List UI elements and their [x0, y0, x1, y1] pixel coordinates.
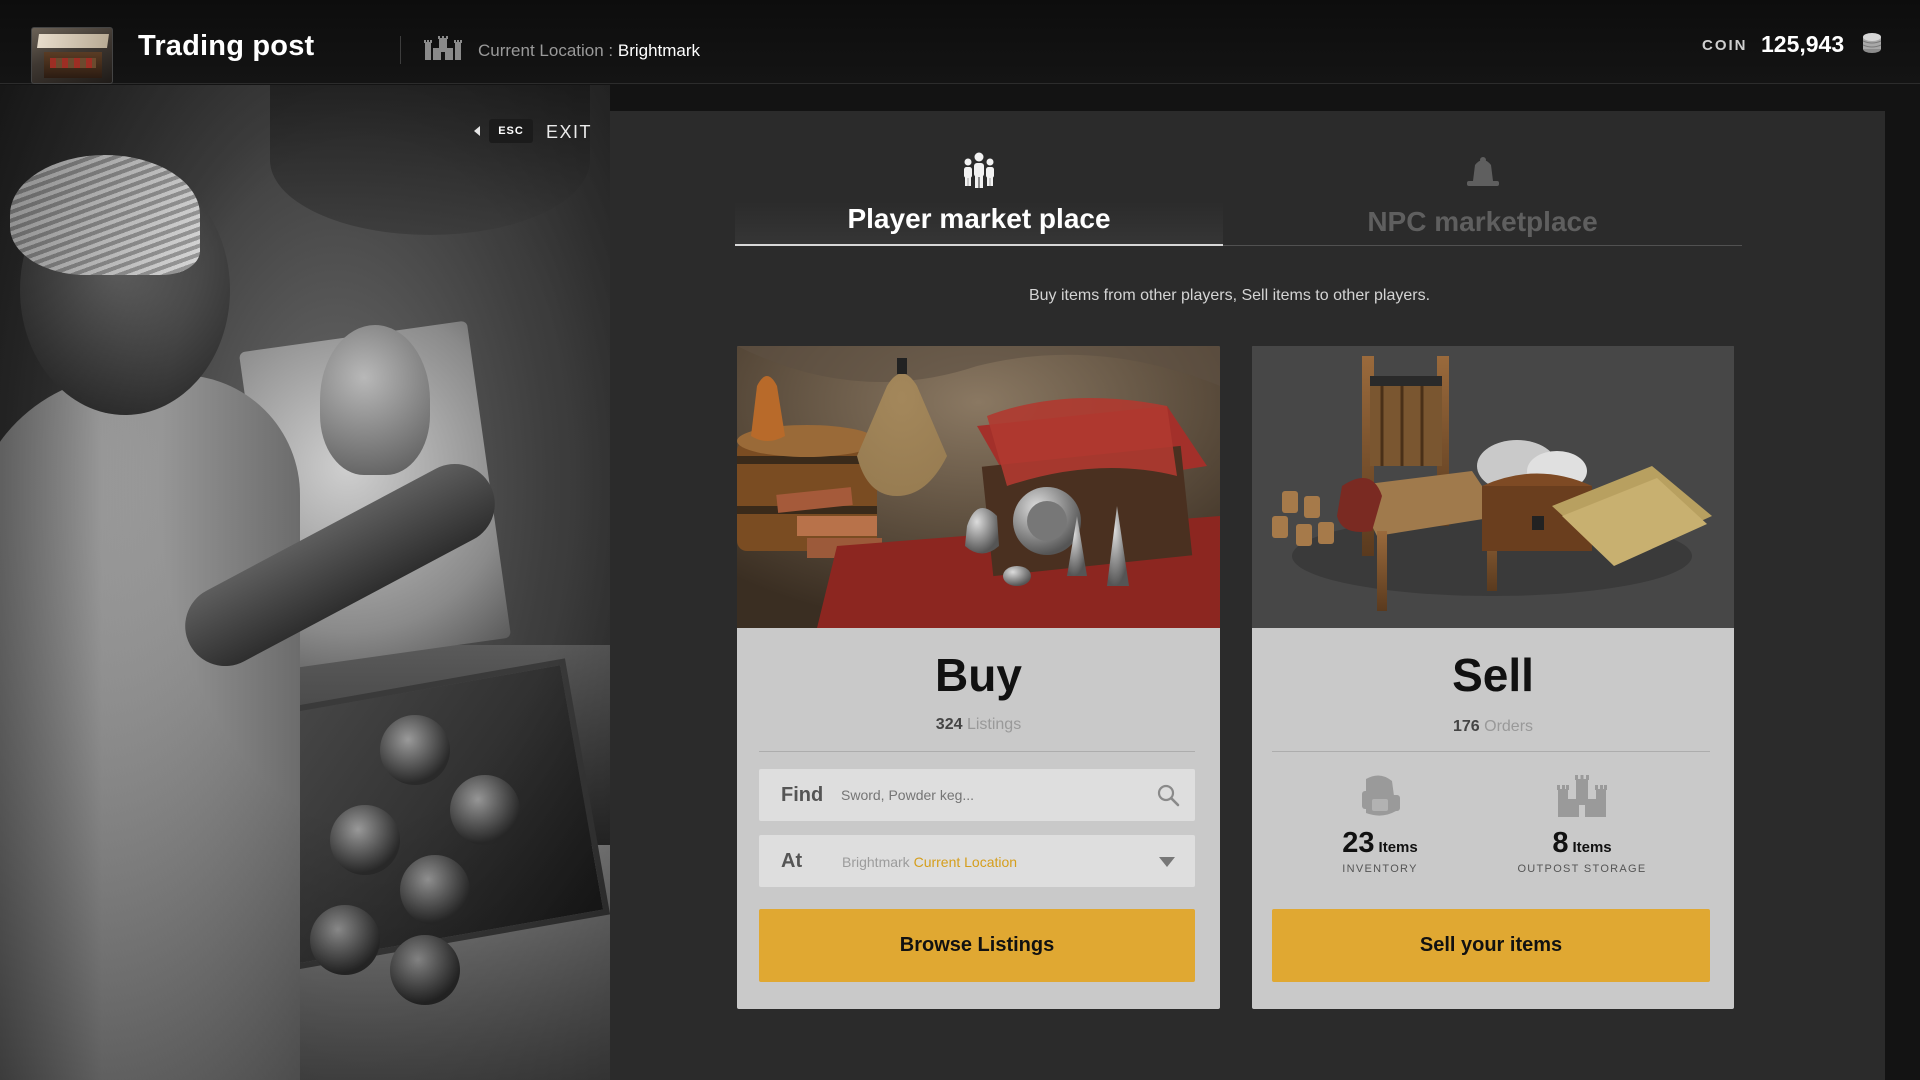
search-icon[interactable] — [1156, 783, 1180, 807]
marketplace-description: Buy items from other players, Sell items… — [1028, 287, 1431, 304]
storage-caption: OUTPOST STORAGE — [1517, 863, 1647, 875]
merchant-icon — [1466, 157, 1499, 186]
header-divider — [400, 36, 401, 64]
find-label: Find — [781, 784, 824, 806]
tab-label: Player market place — [847, 203, 1111, 234]
exit-label: EXIT — [546, 122, 593, 142]
sell-card: Sell 176 Orders 23 Items INVENTORY 8 Ite… — [1252, 346, 1734, 1009]
selected-location: Brightmark Current Location — [842, 854, 1017, 870]
orders-count: 176 Orders — [1252, 718, 1734, 736]
top-bar: Trading post Current Location : Brightma… — [0, 0, 1920, 84]
people-icon — [964, 152, 994, 188]
backpack-icon — [1362, 775, 1400, 816]
coin-balance: 125,943 — [1761, 31, 1845, 57]
browse-listings-button[interactable]: Browse Listings — [759, 909, 1195, 982]
current-location: Current Location : Brightmark — [478, 41, 700, 61]
outpost-storage-stat: 8 Items OUTPOST STORAGE — [1492, 771, 1672, 875]
sell-items-button[interactable]: Sell your items — [1272, 909, 1710, 982]
sell-title: Sell — [1452, 649, 1534, 701]
inventory-caption: INVENTORY — [1342, 863, 1418, 875]
tab-npc-marketplace[interactable]: NPC marketplace — [1223, 151, 1742, 246]
back-arrow-icon — [474, 126, 480, 136]
merchant-scene-image — [0, 85, 610, 1080]
card-divider — [1272, 751, 1710, 752]
buy-goods-image — [737, 346, 1220, 628]
orders-label: Orders — [1484, 718, 1534, 735]
storage-unit: Items — [1572, 839, 1612, 856]
listings-number: 324 — [935, 716, 963, 733]
location-label: Current Location : — [478, 41, 618, 60]
castle-icon — [424, 36, 462, 60]
coin-stack-icon — [1862, 33, 1882, 53]
esc-key-hint: ESC — [489, 119, 533, 143]
tab-active-underline — [735, 244, 1223, 246]
listings-count: 324 Listings — [737, 716, 1220, 734]
selected-location-name: Brightmark — [842, 854, 910, 870]
listings-label: Listings — [966, 716, 1022, 733]
sell-goods-image — [1252, 346, 1734, 628]
page-title: Trading post — [138, 30, 315, 62]
coin-label: COIN — [1702, 37, 1748, 54]
storage-count: 8 — [1552, 827, 1569, 859]
chevron-down-icon[interactable] — [1159, 857, 1175, 867]
find-field[interactable]: Find — [759, 769, 1195, 821]
current-location-tag: Current Location — [913, 854, 1018, 870]
inventory-count: 23 — [1342, 827, 1375, 859]
buy-title: Buy — [935, 649, 1022, 701]
tab-underline — [1223, 245, 1742, 246]
tab-player-marketplace[interactable]: Player market place — [735, 151, 1223, 246]
buy-card: Buy 324 Listings Find At Brightmark Curr… — [737, 346, 1220, 1009]
inventory-unit: Items — [1378, 839, 1418, 856]
card-divider — [759, 751, 1195, 752]
trading-post-icon — [31, 27, 113, 84]
location-value: Brightmark — [617, 41, 701, 60]
search-input[interactable] — [841, 787, 1141, 803]
marketplace-panel: Player market place NPC marketplace Buy … — [610, 111, 1885, 1080]
inventory-stat: 23 Items INVENTORY — [1290, 771, 1470, 875]
orders-number: 176 — [1452, 718, 1480, 735]
tab-label: NPC marketplace — [1367, 206, 1598, 237]
outpost-icon — [1557, 775, 1607, 817]
at-label: At — [781, 850, 803, 872]
location-select[interactable]: At Brightmark Current Location — [759, 835, 1195, 887]
